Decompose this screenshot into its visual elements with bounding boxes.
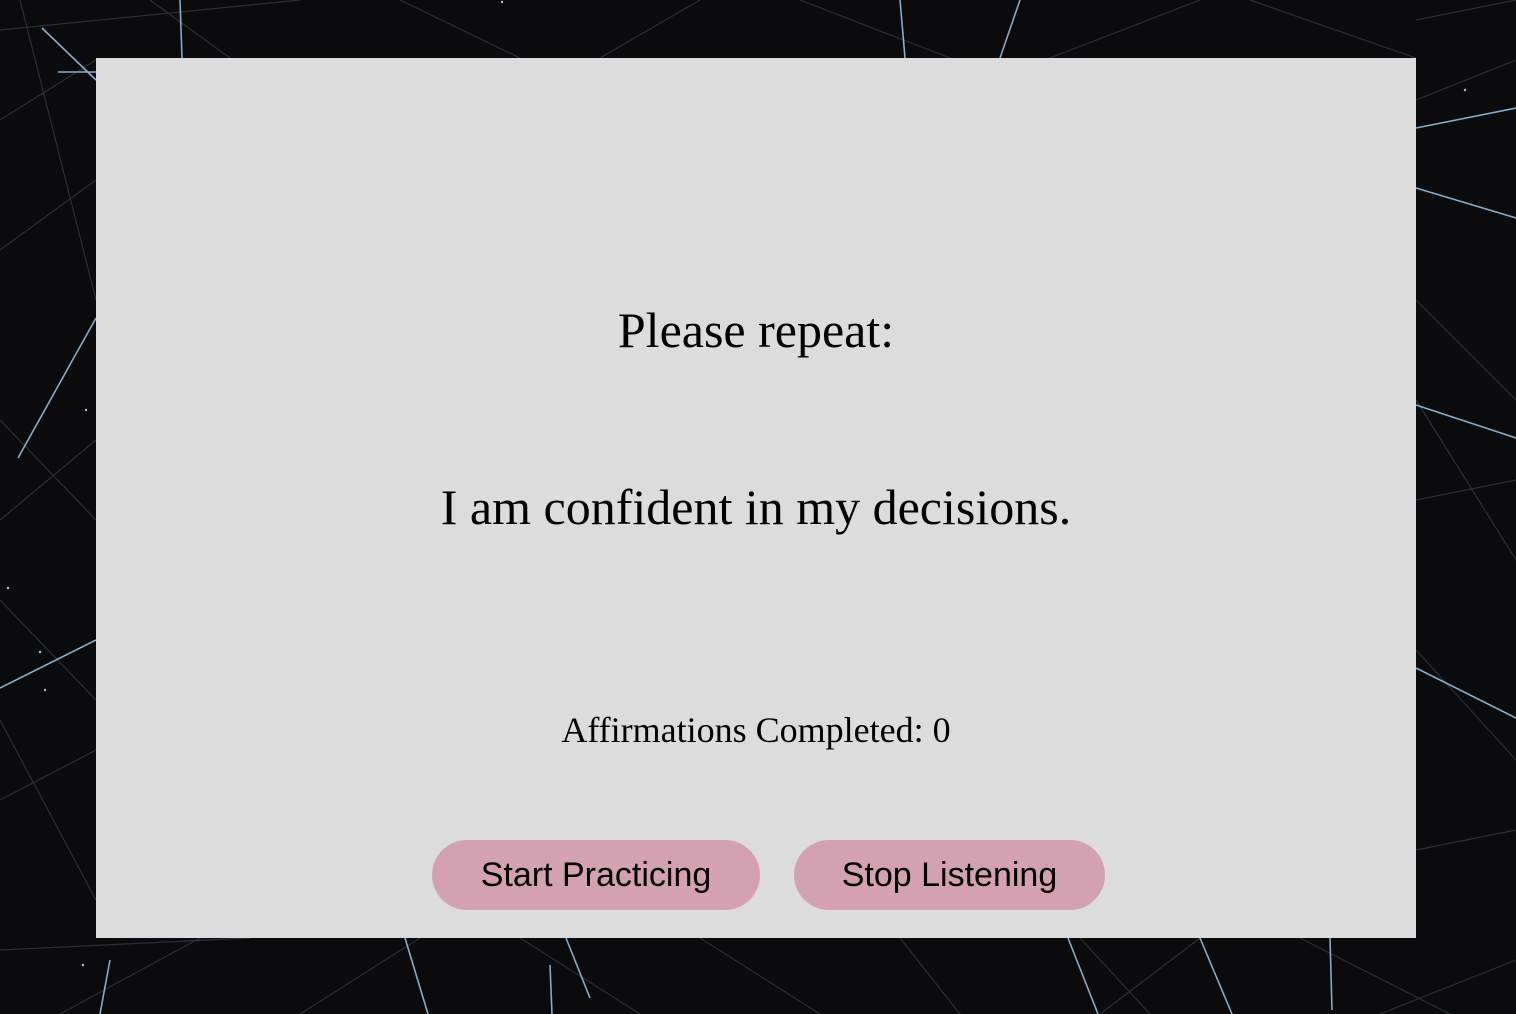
start-practicing-button[interactable]: Start Practicing <box>432 840 760 910</box>
prompt-heading: Please repeat: <box>617 302 895 358</box>
affirmation-text: I am confident in my decisions. <box>440 479 1072 535</box>
affirmation-panel: Please repeat: I am confident in my deci… <box>96 58 1416 938</box>
stop-listening-button[interactable]: Stop Listening <box>794 840 1105 910</box>
affirmations-completed-counter: Affirmations Completed: 0 <box>561 710 951 750</box>
